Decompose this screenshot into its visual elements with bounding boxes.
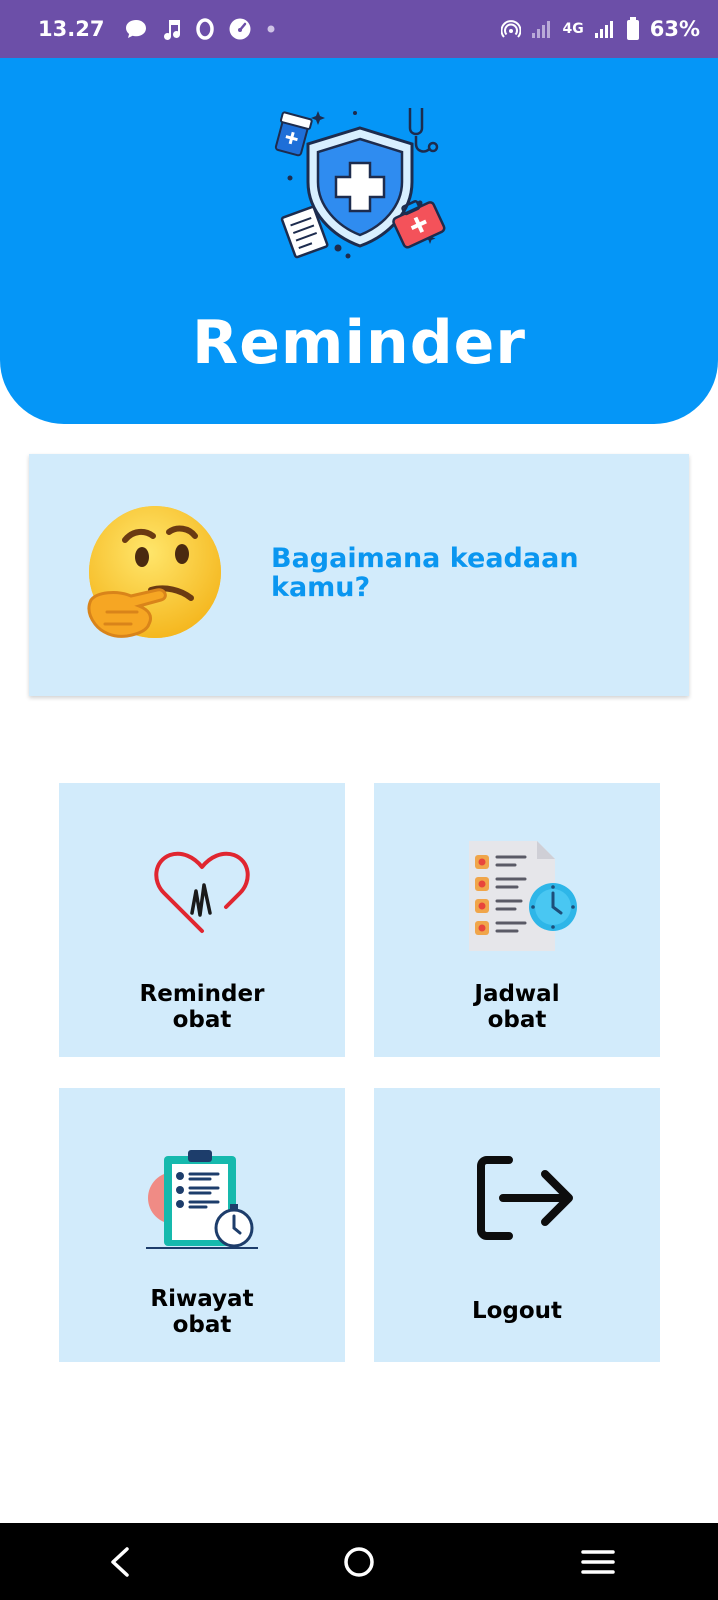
reminder-obat-button[interactable]: Reminder obat — [59, 783, 345, 1057]
thinking-face-icon — [87, 506, 221, 638]
status-bar: 13.27 4G 63% — [0, 0, 718, 58]
speedometer-icon — [229, 18, 251, 40]
hotspot-icon — [500, 20, 521, 38]
app-header: Reminder — [0, 58, 718, 424]
dot-icon — [267, 25, 275, 33]
system-status: 4G 63% — [500, 17, 700, 41]
tile-label: Logout — [374, 1298, 660, 1324]
mood-card[interactable]: Bagaimana keadaan kamu? — [29, 454, 689, 696]
riwayat-obat-button[interactable]: Riwayat obat — [59, 1088, 345, 1362]
signal-icon — [531, 21, 550, 38]
tile-label: Reminder obat — [59, 981, 345, 1033]
tile-label-line1: Jadwal — [474, 981, 560, 1007]
status-time: 13.27 — [38, 17, 105, 41]
page-title: Reminder — [192, 308, 526, 378]
tile-label-line1: Riwayat — [150, 1286, 254, 1312]
tile-label-line2: obat — [487, 1007, 547, 1033]
tile-label: Riwayat obat — [59, 1286, 345, 1338]
back-button[interactable] — [90, 1532, 150, 1592]
music-note-icon — [164, 20, 181, 40]
schedule-list-icon — [469, 841, 577, 951]
back-icon — [110, 1546, 129, 1577]
mood-question: Bagaimana keadaan kamu? — [271, 543, 579, 603]
battery-level: 63% — [649, 17, 700, 41]
battery-icon — [626, 17, 639, 40]
tile-label: Jadwal obat — [374, 981, 660, 1033]
health-shield-icon — [274, 108, 446, 259]
tile-label-line1: Reminder — [139, 981, 265, 1007]
network-type: 4G — [562, 21, 584, 37]
opera-icon — [196, 18, 215, 40]
home-button[interactable] — [329, 1532, 389, 1592]
signal-icon — [594, 21, 613, 38]
logout-icon — [477, 1156, 573, 1240]
jadwal-obat-button[interactable]: Jadwal obat — [374, 783, 660, 1057]
tile-label-line2: obat — [172, 1007, 232, 1033]
menu-icon — [581, 1549, 616, 1574]
tile-label-line1: Logout — [471, 1298, 563, 1324]
clipboard-history-icon — [146, 1150, 258, 1249]
chat-icon — [126, 20, 147, 38]
tile-label-line2: obat — [172, 1312, 232, 1338]
system-nav-bar — [0, 1523, 718, 1600]
recents-button[interactable] — [568, 1532, 628, 1592]
logout-button[interactable]: Logout — [374, 1088, 660, 1362]
notification-icons — [124, 17, 276, 41]
heart-pulse-icon — [154, 851, 250, 933]
home-icon — [344, 1546, 374, 1577]
